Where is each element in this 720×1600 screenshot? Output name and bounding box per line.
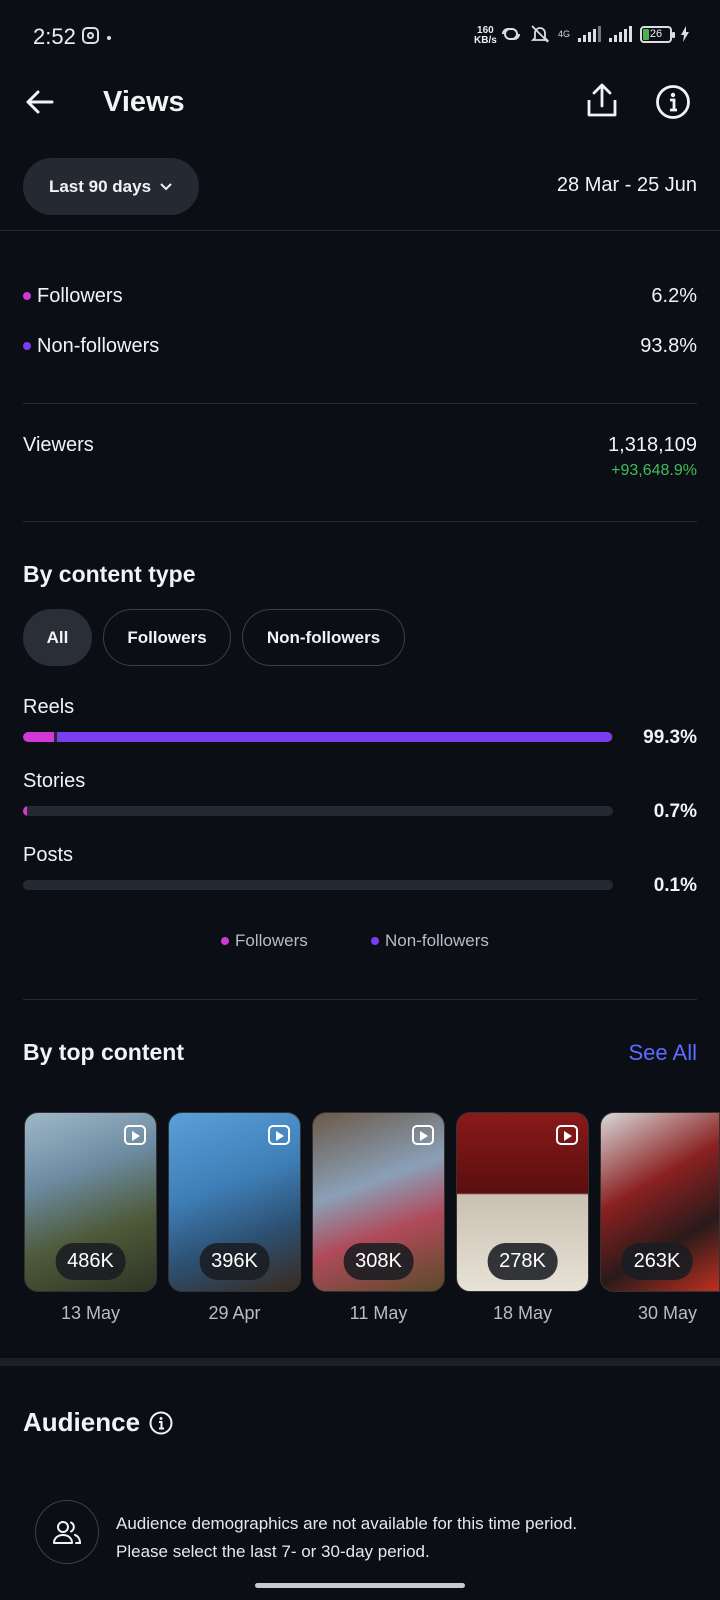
chip-followers[interactable]: Followers xyxy=(103,609,231,666)
back-button[interactable] xyxy=(22,84,58,120)
chip-all[interactable]: All xyxy=(23,609,92,666)
page-title: Views xyxy=(103,86,185,118)
top-content-item[interactable]: 396K xyxy=(168,1112,301,1292)
date-range: 28 Mar - 25 Jun xyxy=(556,174,697,196)
legend-nonfollowers-label: Non-followers xyxy=(385,931,489,950)
nonfollowers-value: 93.8% xyxy=(640,334,697,357)
reel-icon xyxy=(268,1125,290,1145)
arrow-left-icon xyxy=(26,90,54,114)
audience-message-line2: Please select the last 7- or 30-day peri… xyxy=(116,1542,430,1561)
mute-bell-icon xyxy=(530,25,550,43)
divider xyxy=(0,230,720,231)
stories-label: Stories xyxy=(23,770,86,792)
audience-info-button[interactable] xyxy=(149,1411,173,1435)
divider xyxy=(23,521,697,522)
content-date: 11 May xyxy=(349,1303,408,1323)
reels-bar xyxy=(23,732,613,742)
audience-message-line1: Audience demographics are not available … xyxy=(116,1514,578,1533)
reel-icon xyxy=(412,1125,434,1145)
stories-bar xyxy=(23,806,613,816)
views-badge: 263K xyxy=(621,1243,693,1280)
share-button[interactable] xyxy=(585,82,619,120)
followers-dot xyxy=(23,292,31,301)
posts-label: Posts xyxy=(23,844,74,866)
network-speed: 160 KB/s xyxy=(474,26,497,46)
top-content-item[interactable]: 263K xyxy=(600,1112,720,1292)
legend-nonfollowers-dot xyxy=(371,937,379,945)
content-date: 30 May xyxy=(637,1303,697,1323)
audience-message: Audience demographics are not available … xyxy=(116,1510,696,1566)
content-date: 29 Apr xyxy=(208,1303,261,1323)
viewers-label: Viewers xyxy=(23,434,94,456)
reels-pct: 99.3% xyxy=(643,727,697,748)
posts-bar xyxy=(23,880,613,890)
content-type-title: By content type xyxy=(23,561,196,587)
reel-icon xyxy=(124,1125,146,1145)
reel-icon xyxy=(556,1125,578,1145)
legend-followers-dot xyxy=(221,937,229,945)
hotspot-link-icon xyxy=(502,28,520,40)
divider xyxy=(23,403,697,404)
chevron-down-icon xyxy=(160,182,172,190)
signal-icon-1 xyxy=(578,26,602,42)
views-badge: 308K xyxy=(343,1243,414,1280)
top-content-item[interactable]: 278K xyxy=(456,1112,589,1292)
battery-icon: 26 xyxy=(640,25,676,43)
divider xyxy=(23,999,697,1000)
content-date: 18 May xyxy=(492,1303,553,1323)
audience-title: Audience xyxy=(23,1407,141,1437)
stories-followers-segment xyxy=(23,806,27,816)
info-button[interactable] xyxy=(655,84,691,120)
reels-label: Reels xyxy=(23,696,75,718)
followers-row: Followers 6.2% xyxy=(23,281,697,311)
legend-nonfollowers: Non-followers xyxy=(371,931,489,951)
more-notifications-dot xyxy=(107,36,111,40)
home-indicator[interactable] xyxy=(255,1583,465,1588)
top-content-item[interactable]: 308K xyxy=(312,1112,445,1292)
network-type: 4G xyxy=(558,28,571,39)
network-speed-unit: KB/s xyxy=(474,35,497,46)
period-dropdown[interactable]: Last 90 days xyxy=(23,158,199,215)
followers-value: 6.2% xyxy=(651,284,697,307)
followers-label: Followers xyxy=(37,284,123,307)
stories-pct: 0.7% xyxy=(653,801,697,822)
nonfollowers-dot xyxy=(23,342,31,351)
chip-nonfollowers[interactable]: Non-followers xyxy=(242,609,405,666)
instagram-notification-icon xyxy=(82,27,99,44)
signal-icon-2 xyxy=(609,26,633,42)
reels-followers-segment xyxy=(23,732,54,742)
nonfollowers-row: Non-followers 93.8% xyxy=(23,331,697,361)
info-icon xyxy=(656,85,690,119)
status-icons: 4G 26 xyxy=(500,24,690,44)
reels-nonfollowers-segment xyxy=(57,732,612,742)
viewers-value: 1,318,109 xyxy=(608,434,697,456)
battery-level: 26 xyxy=(649,27,663,40)
posts-pct: 0.1% xyxy=(653,875,697,896)
network-type-label: 4G xyxy=(558,28,571,39)
top-content-title: By top content xyxy=(23,1039,184,1065)
content-date: 13 May xyxy=(60,1303,121,1323)
legend-followers: Followers xyxy=(221,931,308,951)
top-content-item[interactable]: 486K xyxy=(24,1112,157,1292)
see-all-link[interactable]: See All xyxy=(629,1040,698,1066)
share-icon xyxy=(587,83,617,117)
people-icon xyxy=(53,1521,82,1544)
info-icon xyxy=(149,1411,173,1435)
nonfollowers-label: Non-followers xyxy=(37,334,160,357)
status-time: 2:52 xyxy=(33,24,76,49)
period-label: Last 90 days xyxy=(48,176,152,196)
legend-followers-label: Followers xyxy=(235,931,308,950)
section-divider xyxy=(0,1358,720,1366)
views-badge: 396K xyxy=(199,1243,270,1280)
audience-icon-wrap xyxy=(35,1500,99,1564)
followers-label-wrap: Followers xyxy=(23,285,123,308)
viewers-change: +93,648.9% xyxy=(611,462,697,479)
charging-bolt-icon xyxy=(681,26,690,42)
views-badge: 486K xyxy=(55,1243,126,1280)
views-badge: 278K xyxy=(487,1243,558,1280)
nonfollowers-label-wrap: Non-followers xyxy=(23,335,159,358)
